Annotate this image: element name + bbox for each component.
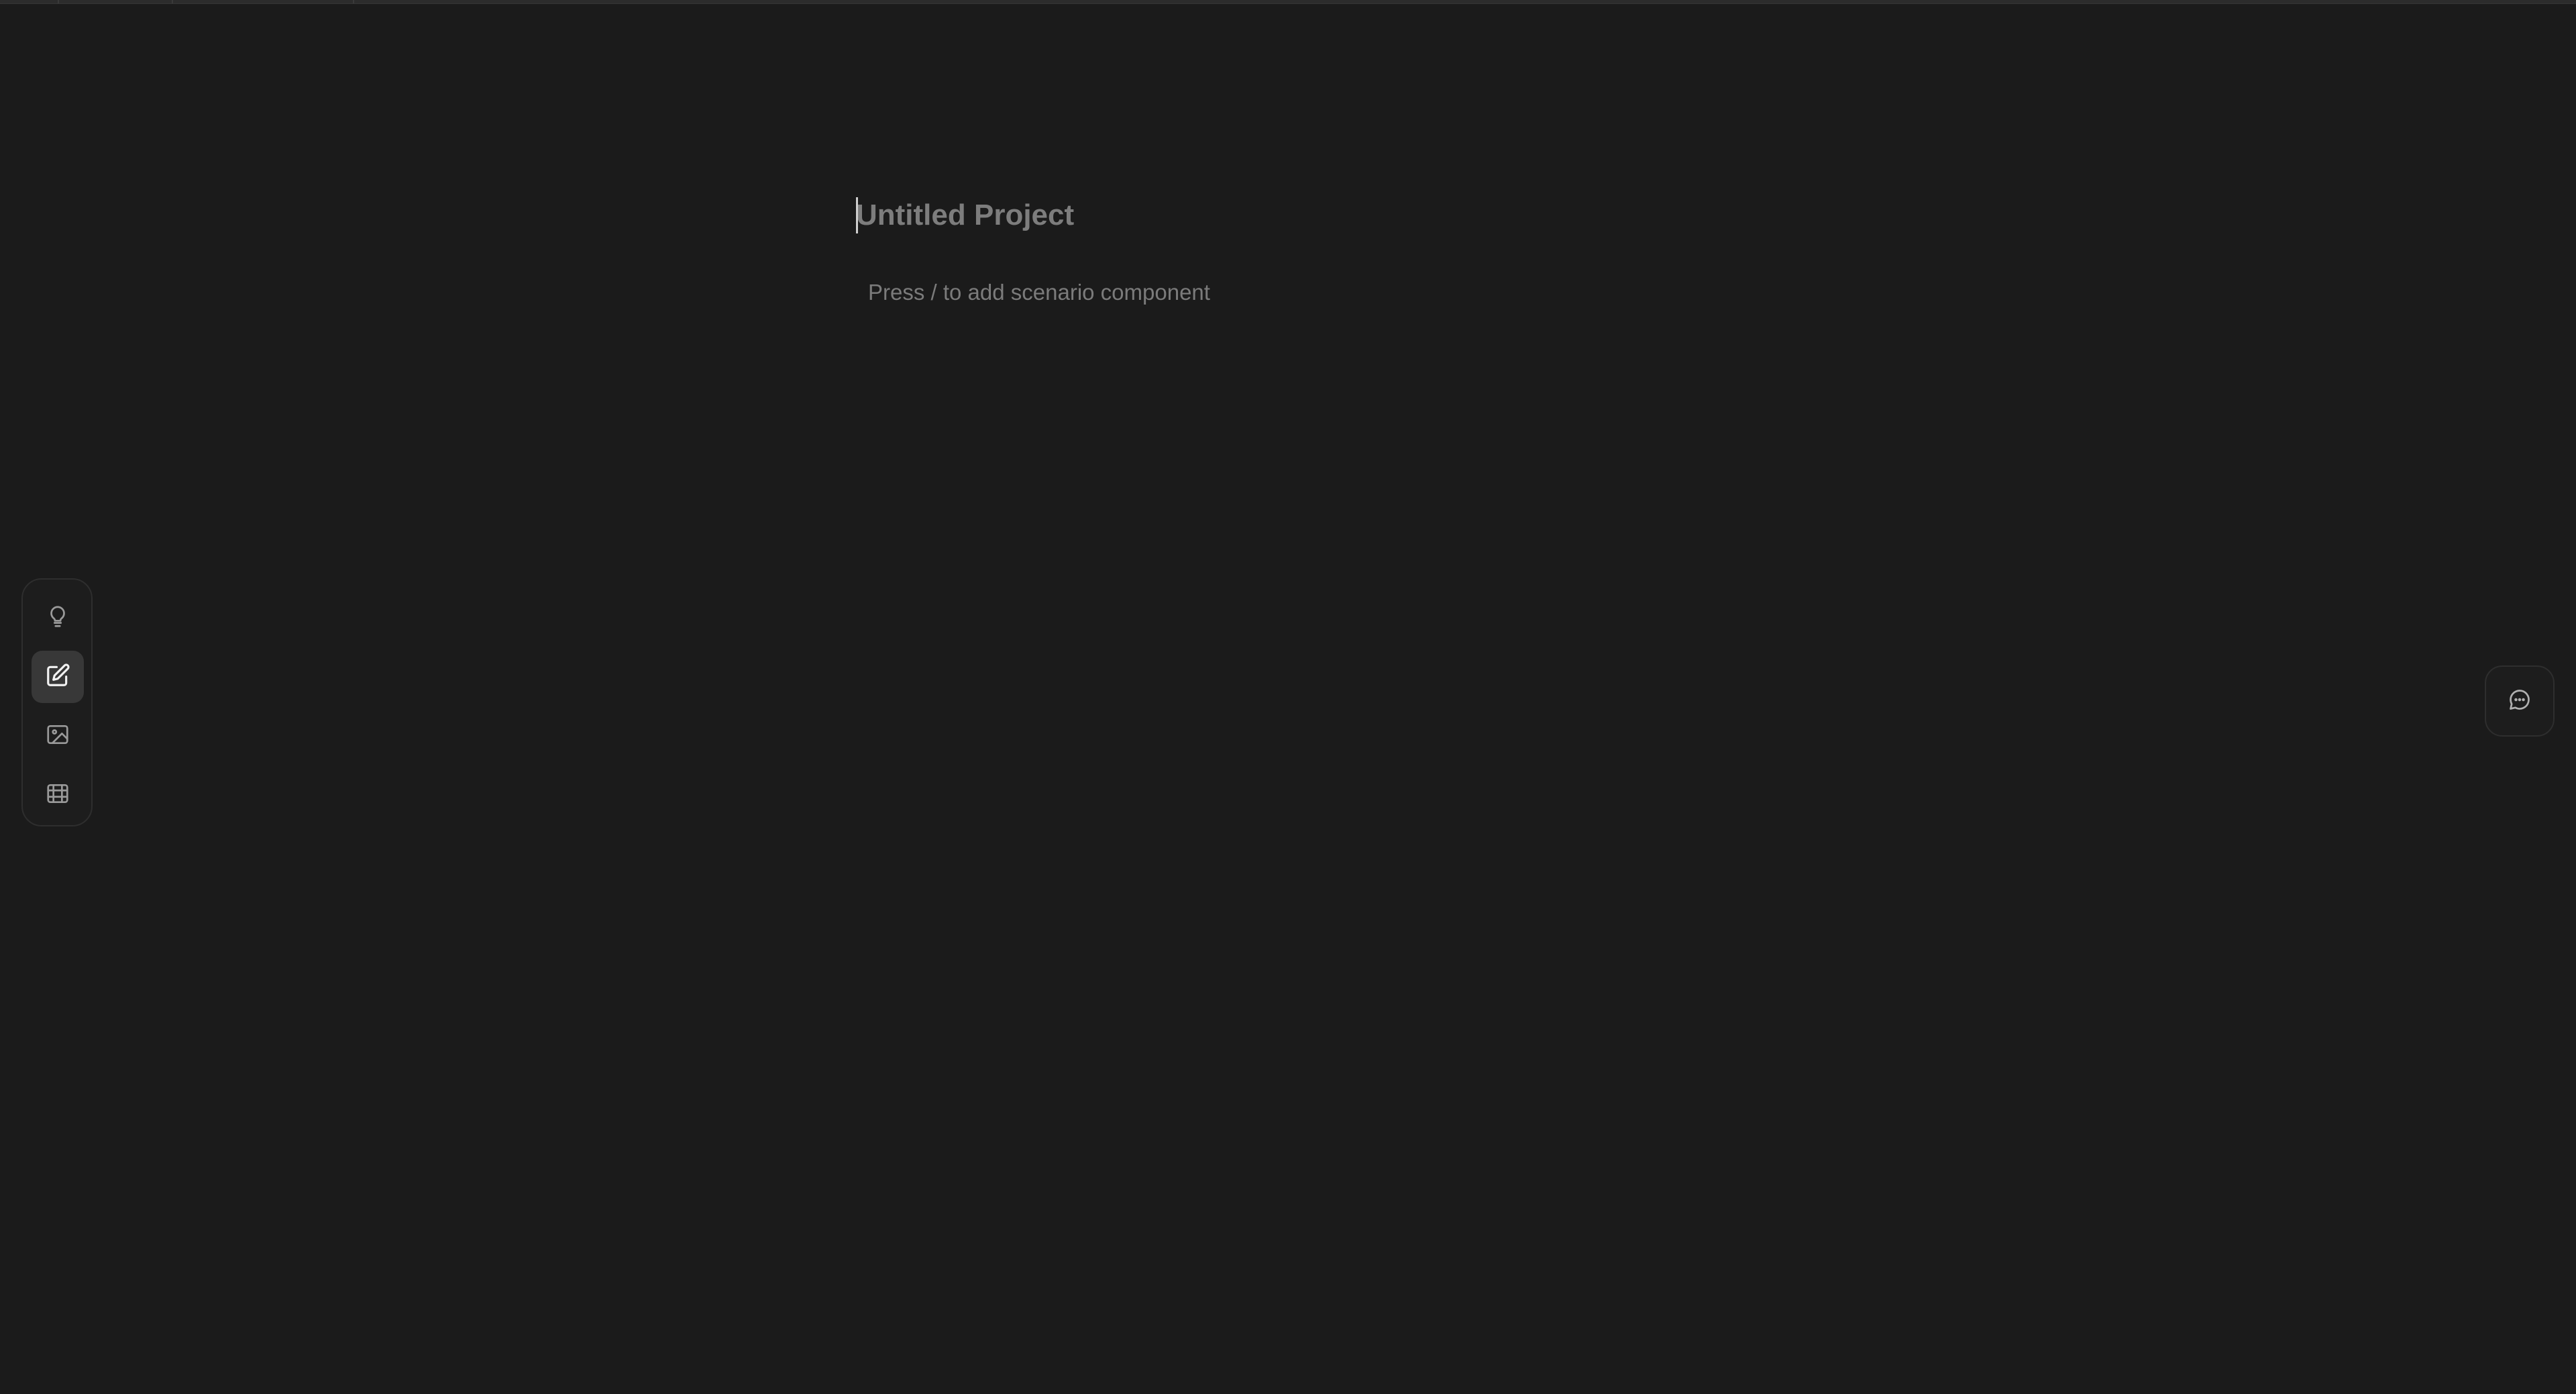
- ideas-button[interactable]: [32, 592, 84, 644]
- rule-divider: [353, 0, 354, 3]
- image-icon: [45, 722, 70, 751]
- add-component-hint[interactable]: Press / to add scenario component: [868, 279, 1210, 306]
- project-title-input[interactable]: [856, 192, 1661, 239]
- film-icon: [45, 781, 70, 810]
- chat-bubble-icon: [2508, 688, 2532, 715]
- lightbulb-icon: [45, 604, 70, 633]
- chat-button[interactable]: [2485, 665, 2555, 737]
- rule-divider: [58, 0, 59, 3]
- write-button[interactable]: [32, 651, 84, 703]
- text-caret: [856, 197, 858, 233]
- rule-divider: [172, 0, 173, 3]
- images-button[interactable]: [32, 710, 84, 762]
- storyboard-button[interactable]: [32, 769, 84, 821]
- app-canvas: Press / to add scenario component: [0, 0, 2576, 1394]
- left-toolbar: [21, 578, 93, 826]
- edit-icon: [45, 663, 70, 692]
- top-progress-rule: [0, 0, 2576, 4]
- scenario-editor: Press / to add scenario component: [856, 192, 1862, 305]
